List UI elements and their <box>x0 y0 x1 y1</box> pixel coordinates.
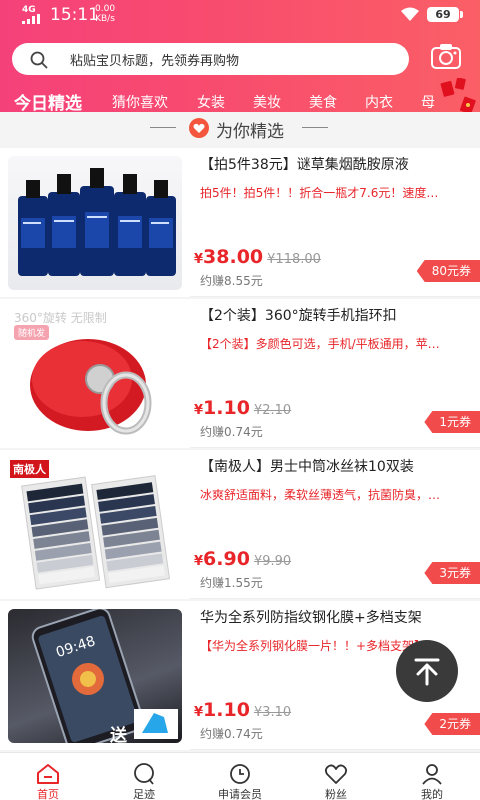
search-bar[interactable]: 粘贴宝贝标题，先领券再购物 <box>12 43 409 75</box>
tab-underwear[interactable]: 内衣 <box>365 92 393 112</box>
app-header: 4G 15:11 0.00 KB/s 69 粘贴宝贝标题，先领券再购物 今日精选… <box>0 0 480 120</box>
person-icon <box>422 764 442 785</box>
original-price: ¥3.10 <box>253 705 292 720</box>
nav-apply-membership[interactable]: 申请会员 <box>192 753 288 800</box>
estimated-earnings: 约赚8.55元 <box>200 274 263 288</box>
divider-right <box>302 127 328 128</box>
status-bar: 4G 15:11 0.00 KB/s 69 <box>0 0 480 30</box>
currency-symbol: ¥ <box>194 554 204 569</box>
tab-food[interactable]: 美食 <box>309 92 337 112</box>
phone-screen-protector-image: 09:48 <box>31 609 178 743</box>
nav-label: 足迹 <box>133 788 155 800</box>
tab-beauty[interactable]: 美妆 <box>253 92 281 112</box>
coupon-badge[interactable]: 80元券 <box>416 260 480 282</box>
nav-label: 申请会员 <box>218 788 262 800</box>
product-image: 南极人 <box>8 458 182 592</box>
nav-fans[interactable]: 粉丝 <box>288 753 384 800</box>
price-value: 1.10 <box>203 699 250 721</box>
serum-bottles-image <box>18 168 176 276</box>
product-description: 拍5件！拍5件！！折合一瓶才7.6元！速度… <box>200 186 439 200</box>
coupon-badge[interactable]: 3元券 <box>424 562 480 584</box>
divider <box>190 598 480 599</box>
wifi-icon <box>401 7 419 21</box>
search-placeholder: 粘贴宝贝标题，先领券再购物 <box>70 54 240 69</box>
price-value: 38.00 <box>203 246 264 268</box>
price-value: 1.10 <box>203 397 250 419</box>
product-title: 华为全系列防指纹钢化膜+多档支架 <box>200 610 422 626</box>
product-title: 【2个装】360°旋转手机指环扣 <box>200 308 397 324</box>
tab-womens-clothing[interactable]: 女装 <box>197 92 225 112</box>
product-card[interactable]: 【拍5件38元】谜草集烟酰胺原液 拍5件！拍5件！！折合一瓶才7.6元！速度… … <box>0 148 480 297</box>
arrow-up-icon <box>414 658 440 686</box>
product-price: ¥1.10 ¥3.10 <box>194 699 291 721</box>
product-image: 09:48 送 <box>8 609 182 743</box>
section-title: 为你精选 <box>0 112 480 146</box>
nav-me[interactable]: 我的 <box>384 753 480 800</box>
image-overlay-text: 360°旋转 无限制 <box>14 311 107 325</box>
gift-label: 送 <box>110 726 127 743</box>
original-price: ¥2.10 <box>253 403 292 418</box>
product-price: ¥38.00 ¥118.00 <box>194 246 321 268</box>
nav-label: 我的 <box>421 788 443 800</box>
socks-image <box>21 475 171 590</box>
price-value: 6.90 <box>203 548 250 570</box>
original-price: ¥118.00 <box>267 252 321 267</box>
tab-today-picks[interactable]: 今日精选 <box>14 89 82 114</box>
product-title: 【拍5件38元】谜草集烟酰胺原液 <box>200 157 409 173</box>
clock-time: 15:11 <box>50 5 99 25</box>
random-color-badge: 随机发 <box>14 325 50 340</box>
bottom-navigation: 首页 足迹 申请会员 粉丝 我的 <box>0 752 480 800</box>
original-price: ¥9.90 <box>253 554 292 569</box>
product-card[interactable]: 360°旋转 无限制 随机发 【2个装】360°旋转手机指环扣 【2个装】多颜色… <box>0 299 480 448</box>
product-price: ¥6.90 ¥9.90 <box>194 548 291 570</box>
tab-guess-you-like[interactable]: 猜你喜欢 <box>112 92 168 112</box>
product-title: 【南极人】男士中筒冰丝袜10双装 <box>200 459 414 475</box>
heart-icon <box>324 764 348 784</box>
estimated-earnings: 约赚0.74元 <box>200 727 263 741</box>
battery-level: 69 <box>427 7 463 22</box>
divider <box>190 447 480 448</box>
product-image: 360°旋转 无限制 随机发 <box>8 307 182 441</box>
currency-symbol: ¥ <box>194 403 204 418</box>
product-description: 【2个装】多颜色可选，手机/平板通用，苹… <box>200 337 440 351</box>
currency-symbol: ¥ <box>194 705 204 720</box>
camera-icon[interactable] <box>430 42 462 70</box>
speed-unit: KB/s <box>95 14 115 24</box>
divider <box>190 296 480 297</box>
tab-mother-baby[interactable]: 母 <box>421 92 435 112</box>
nav-label: 首页 <box>37 788 59 800</box>
product-price: ¥1.10 ¥2.10 <box>194 397 291 419</box>
product-image <box>8 156 182 290</box>
product-description: 冰爽舒适面料，柔软丝薄透气，抗菌防臭，… <box>200 488 441 502</box>
estimated-earnings: 约赚1.55元 <box>200 576 263 590</box>
home-icon <box>37 764 59 784</box>
currency-symbol: ¥ <box>194 252 204 267</box>
estimated-earnings: 约赚0.74元 <box>200 425 263 439</box>
section-title-text: 为你精选 <box>216 122 284 142</box>
clock-icon <box>230 764 250 784</box>
product-card[interactable]: 南极人 【南极人】男士中筒冰丝袜10双装 冰爽舒适面料，柔软丝薄透气，抗菌防臭，… <box>0 450 480 599</box>
brand-logo: 南极人 <box>10 460 49 478</box>
divider-left <box>150 127 176 128</box>
search-icon <box>30 51 48 69</box>
back-to-top-button[interactable] <box>396 640 458 702</box>
footprint-icon <box>134 763 154 785</box>
network-speed: 0.00 KB/s <box>95 4 115 24</box>
coupon-badge[interactable]: 1元券 <box>424 411 480 433</box>
nav-home[interactable]: 首页 <box>0 753 96 800</box>
coupon-badge[interactable]: 2元券 <box>424 713 480 735</box>
speed-value: 0.00 <box>95 4 116 14</box>
signal-icon <box>22 14 40 24</box>
nav-footprint[interactable]: 足迹 <box>96 753 192 800</box>
heart-icon <box>189 118 209 138</box>
nav-label: 粉丝 <box>325 788 347 800</box>
divider <box>190 749 480 750</box>
